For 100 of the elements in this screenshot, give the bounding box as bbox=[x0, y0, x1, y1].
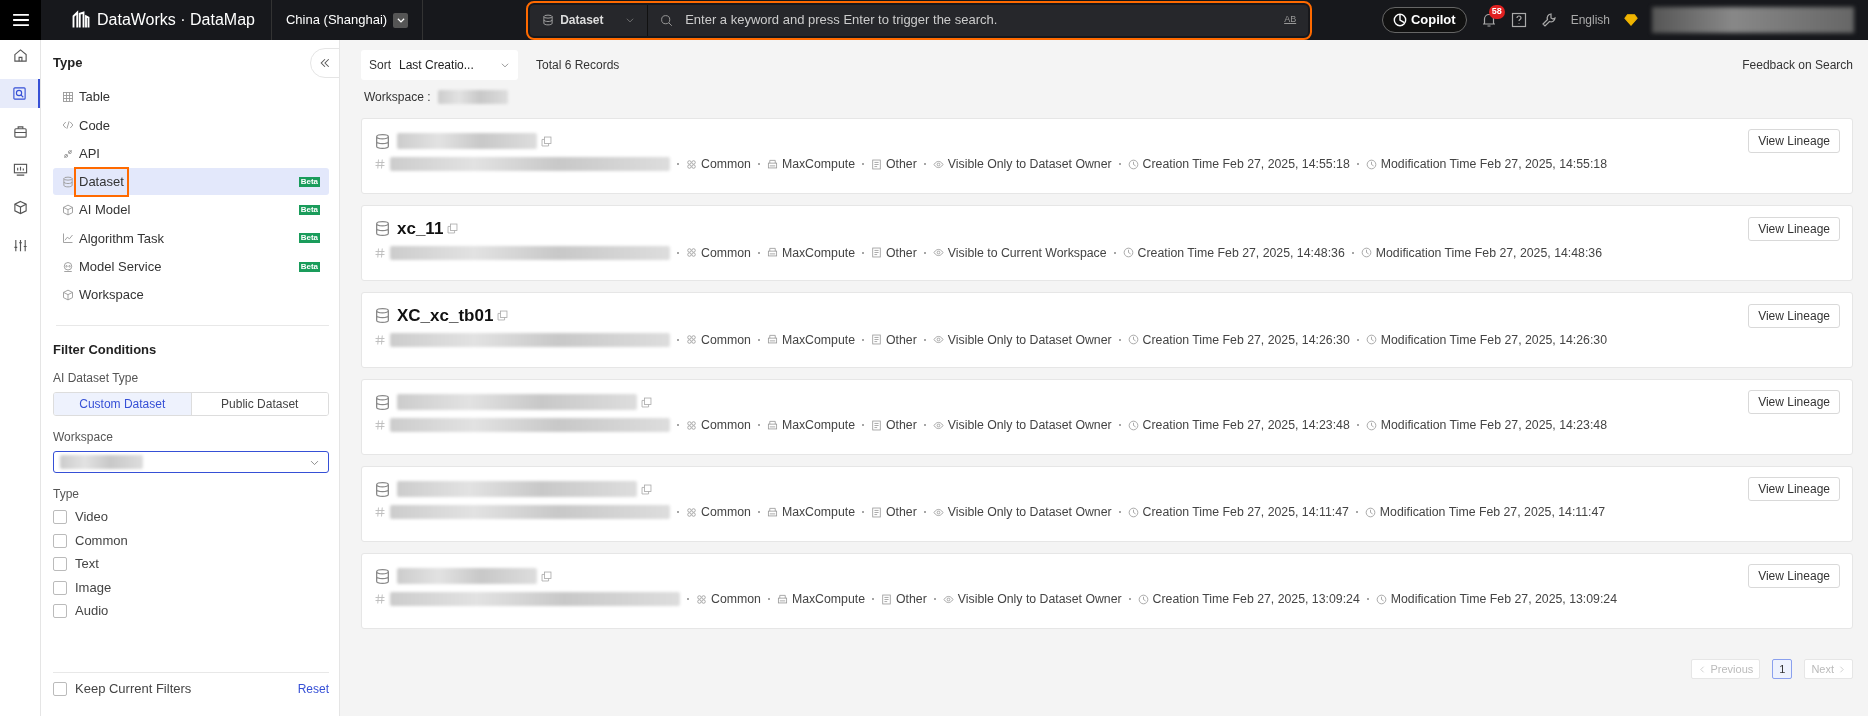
metadata-text: Other bbox=[886, 417, 917, 434]
metadata-text: Other bbox=[886, 156, 917, 173]
document-icon bbox=[871, 334, 883, 346]
checkbox[interactable]: Keep Current Filters bbox=[53, 677, 192, 701]
monitor-chart-icon bbox=[12, 162, 28, 177]
metadata-text: Modification Time Feb 27, 2025, 14:23:48 bbox=[1380, 417, 1608, 434]
region-dropdown-button[interactable] bbox=[393, 12, 409, 28]
metadata-text: MaxCompute bbox=[781, 156, 856, 173]
database-icon bbox=[374, 220, 391, 238]
copy-icon[interactable] bbox=[541, 135, 552, 147]
database-icon bbox=[374, 393, 391, 411]
table-icon bbox=[62, 91, 74, 103]
menu-button[interactable] bbox=[0, 0, 41, 40]
nav-rail-button[interactable] bbox=[0, 79, 40, 108]
checkbox[interactable]: Video bbox=[53, 505, 329, 529]
wrench-icon[interactable] bbox=[1540, 12, 1557, 28]
search-field[interactable]: Enter a keyword and press Enter to trigger the search. AB bbox=[648, 4, 1309, 36]
clock-icon bbox=[1127, 506, 1139, 518]
document-icon bbox=[881, 593, 893, 605]
logo-icon bbox=[71, 10, 91, 30]
database-icon bbox=[374, 567, 391, 585]
page-button[interactable]: 1 bbox=[1772, 659, 1793, 679]
metadata-text: Modification Time Feb 27, 2025, 14:55:18 bbox=[1380, 156, 1608, 173]
help-icon[interactable] bbox=[1510, 12, 1527, 28]
view-lineage-button[interactable]: View Lineage bbox=[1748, 129, 1840, 153]
metadata-text: Other bbox=[886, 504, 917, 521]
dataset-name[interactable]: xc_11 bbox=[397, 216, 444, 242]
view-lineage-button[interactable]: View Lineage bbox=[1748, 390, 1840, 414]
clock-icon bbox=[1127, 158, 1139, 170]
language-link[interactable]: English bbox=[1570, 11, 1610, 29]
printer-icon bbox=[766, 419, 778, 431]
segment-tab[interactable]: Public Dataset bbox=[190, 393, 328, 416]
search-scope-select[interactable]: Dataset bbox=[530, 4, 649, 36]
dataset-name[interactable]: XC_xc_tb01 bbox=[397, 303, 494, 329]
printer-icon bbox=[766, 506, 778, 518]
cube-icon bbox=[12, 200, 28, 215]
copy-icon[interactable] bbox=[541, 570, 552, 582]
home-icon bbox=[12, 48, 28, 63]
metadata-text: MaxCompute bbox=[781, 331, 856, 349]
checkbox[interactable]: Common bbox=[53, 528, 329, 553]
feedback-link[interactable]: Feedback on Search bbox=[1742, 56, 1853, 74]
reset-link[interactable]: Reset bbox=[297, 680, 329, 698]
checkbox[interactable]: Image bbox=[53, 575, 329, 600]
workspace-select[interactable] bbox=[53, 451, 329, 474]
clock-icon bbox=[1137, 593, 1149, 605]
chevron-right-icon bbox=[1837, 664, 1846, 674]
metadata-text: Common bbox=[701, 244, 751, 262]
view-lineage-button[interactable]: View Lineage bbox=[1748, 564, 1840, 588]
clock-icon bbox=[1122, 247, 1134, 259]
grid-icon bbox=[696, 593, 707, 605]
view-lineage-button[interactable]: View Lineage bbox=[1748, 216, 1840, 241]
metadata-text: Modification Time Feb 27, 2025, 14:48:36 bbox=[1375, 244, 1602, 262]
printer-icon bbox=[766, 247, 778, 259]
cube-icon bbox=[62, 289, 74, 302]
eye-icon bbox=[932, 506, 944, 518]
metadata-text: Visible Only to Dataset Owner bbox=[947, 331, 1112, 349]
chevron-down-icon bbox=[395, 15, 406, 25]
sort-select[interactable]: Sort Last Creatio... bbox=[361, 50, 518, 80]
chevron-down-icon bbox=[500, 60, 510, 70]
field-label: AI Dataset Type bbox=[53, 370, 140, 388]
section-title: Type bbox=[53, 54, 83, 72]
type-list-item[interactable]: Algorithm Task Beta bbox=[53, 225, 329, 252]
link-icon bbox=[62, 147, 74, 160]
copy-icon[interactable] bbox=[641, 483, 652, 495]
eye-icon bbox=[942, 593, 954, 605]
type-list-item[interactable]: API bbox=[53, 140, 329, 168]
metadata-text: MaxCompute bbox=[781, 504, 856, 521]
type-list-item[interactable]: Table bbox=[53, 83, 329, 111]
segment-tab[interactable]: Custom Dataset bbox=[54, 393, 191, 416]
blurred-account[interactable] bbox=[1652, 7, 1854, 33]
copy-icon[interactable] bbox=[641, 396, 652, 408]
type-list-item[interactable]: Model Service Beta bbox=[53, 253, 329, 281]
field-label: Workspace bbox=[53, 429, 114, 447]
copy-icon[interactable] bbox=[447, 223, 459, 235]
metadata-text: Common bbox=[701, 417, 751, 434]
copilot-button[interactable]: Copilot bbox=[1381, 7, 1467, 33]
checkbox[interactable]: Audio bbox=[53, 599, 329, 623]
type-list-item[interactable]: Dataset Beta bbox=[53, 168, 329, 196]
double-chevron-left-icon bbox=[319, 57, 331, 69]
metadata-text: MaxCompute bbox=[781, 417, 856, 434]
metadata-text: Other bbox=[886, 244, 917, 262]
view-lineage-button[interactable]: View Lineage bbox=[1748, 477, 1840, 501]
view-lineage-button[interactable]: View Lineage bbox=[1748, 303, 1840, 328]
type-list-item[interactable]: Code bbox=[53, 111, 329, 139]
case-toggle-button[interactable]: AB bbox=[1284, 13, 1297, 27]
grid-icon bbox=[686, 334, 697, 346]
search-icon bbox=[660, 13, 674, 27]
bell-icon[interactable] bbox=[1480, 12, 1497, 28]
type-list-item[interactable]: AI Model Beta bbox=[53, 196, 329, 224]
type-list-item[interactable]: Workspace bbox=[53, 281, 329, 309]
database-icon bbox=[542, 14, 555, 26]
document-icon bbox=[871, 158, 883, 170]
grid-icon bbox=[686, 158, 697, 170]
clock-icon bbox=[1364, 506, 1376, 518]
clock-icon bbox=[1375, 593, 1387, 605]
checkbox[interactable]: Text bbox=[53, 552, 329, 576]
copy-icon[interactable] bbox=[497, 310, 509, 322]
document-icon bbox=[871, 419, 883, 431]
metadata-text: Other bbox=[896, 591, 927, 608]
menu-icon bbox=[11, 11, 30, 29]
